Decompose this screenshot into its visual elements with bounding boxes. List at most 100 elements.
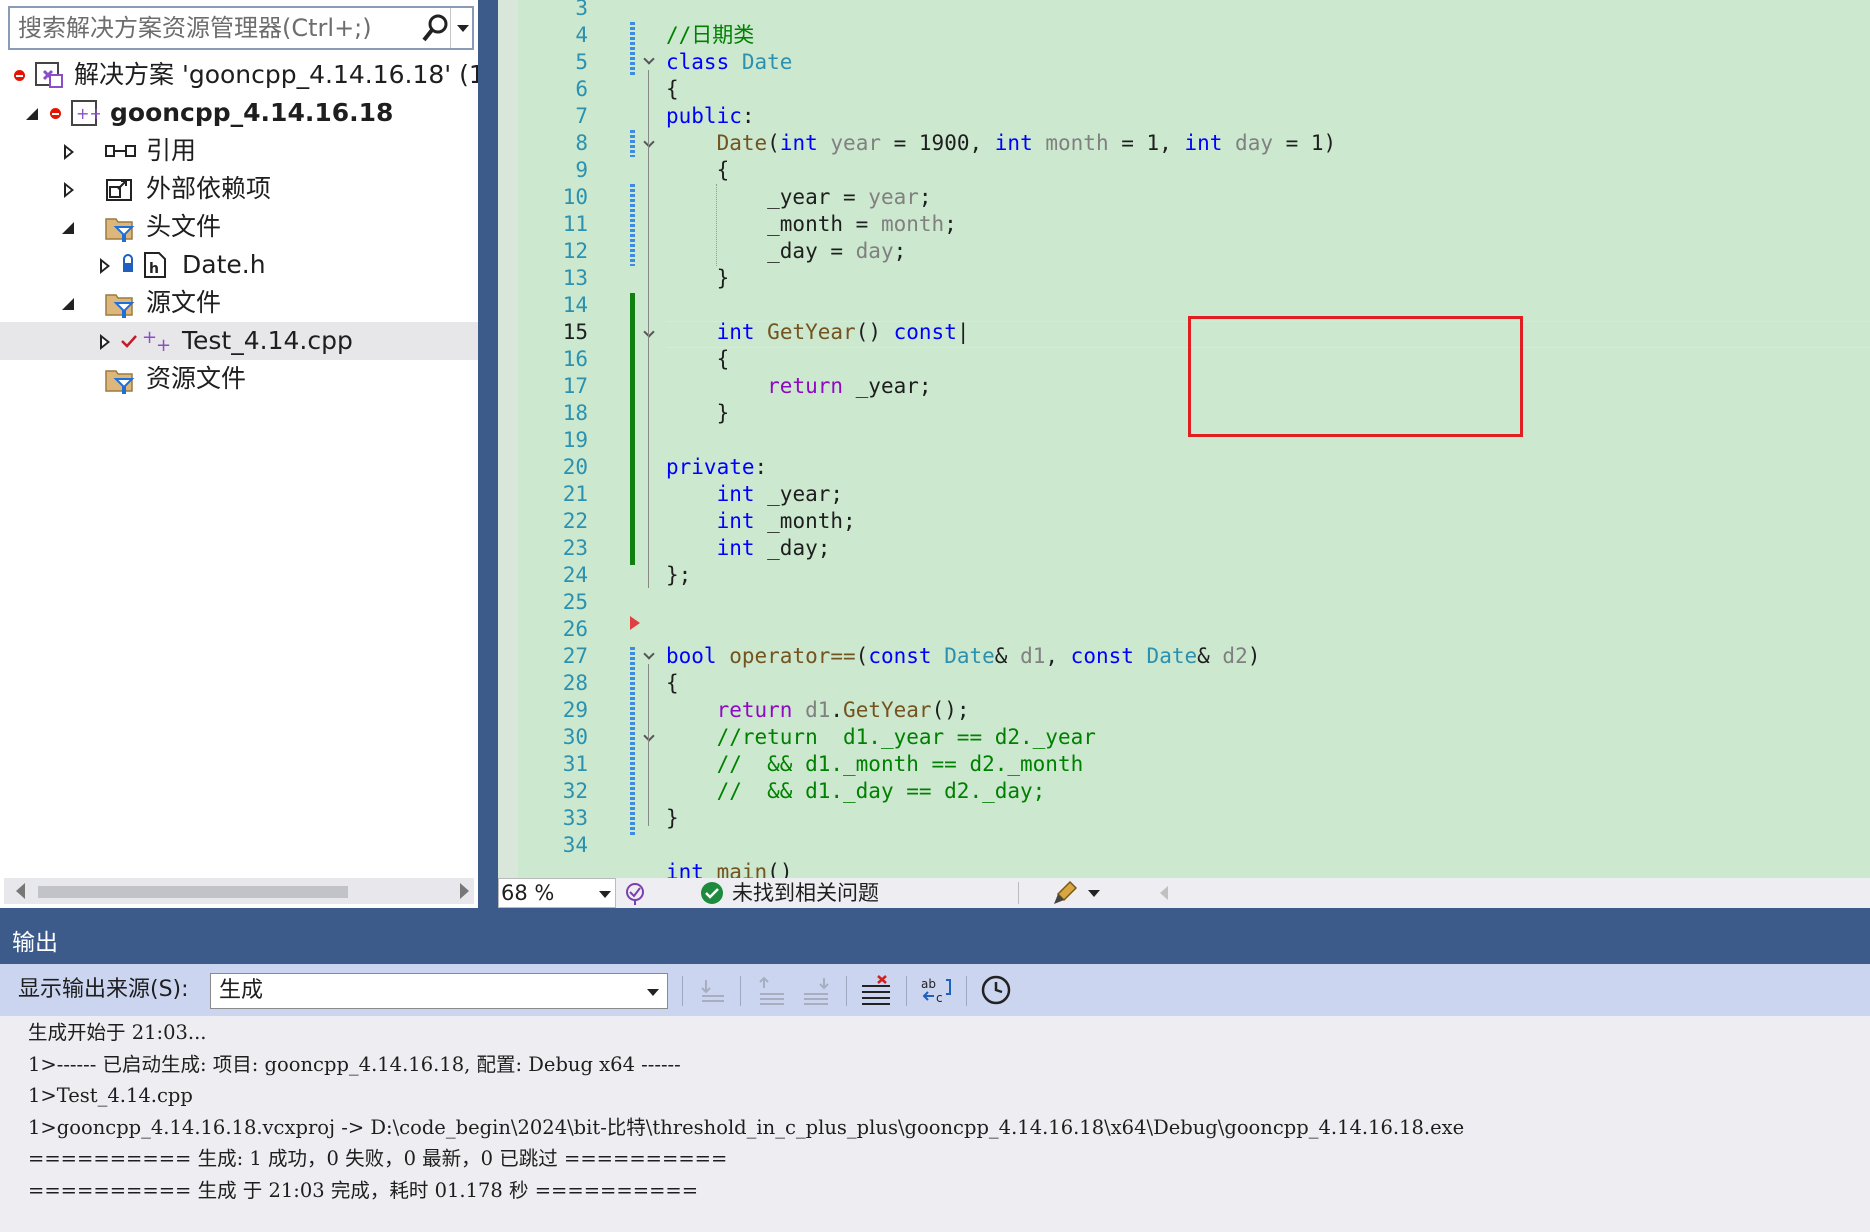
tree-item-date-h[interactable]: h Date.h [0,246,478,284]
line-number-margin: 3 4 5 6 7 8 9 10 11 12 13 14 15 16 17 18 19 20 21 22 23 24 25 2… [518,0,588,878]
change-indicator [630,293,635,565]
solution-explorer: 解决方案 'gooncpp_4.14.16.18' (1 个 ++ gooncp… [0,0,480,908]
separator [682,976,683,1006]
collapse-chevron-icon[interactable] [642,328,656,342]
tree-item-project[interactable]: ++ gooncpp_4.14.16.18 [0,94,478,132]
separator [1018,882,1019,904]
tree-item-label: 外部依赖项 [146,174,272,203]
project-label: gooncpp_4.14.16.18 [110,98,394,127]
no-issues-check-icon [700,881,724,909]
tree-item-label: 头文件 [146,212,222,241]
tree-item-test-cpp[interactable]: + + Test_4.14.cpp [0,322,478,360]
expand-chevron-icon[interactable] [96,322,114,360]
line-number: 6 [575,77,588,101]
tree-item-label: 源文件 [146,288,222,317]
output-title: 输出 [0,922,1870,964]
separator [966,976,967,1006]
output-line: 1>gooncpp_4.14.16.18.vcxproj -> D:\code_… [28,1115,1465,1139]
svg-text:h: h [149,261,159,277]
cpp-file-icon: + + [140,322,174,360]
change-indicator [630,647,635,837]
tree-item-references[interactable]: 引用 [0,132,478,170]
change-indicator [630,22,635,77]
collapse-chevron-icon[interactable] [642,55,656,69]
line-number: 30 [562,725,588,749]
code-cleanup-brush-icon[interactable] [1050,880,1080,910]
collapse-chevron-icon[interactable] [642,650,656,664]
separator [846,976,847,1006]
tree-item-external-dependencies[interactable]: 外部依赖项 [0,170,478,208]
error-icon [14,56,26,94]
next-message-icon[interactable] [800,974,832,1006]
line-number: 8 [575,131,588,155]
tree-item-label: Date.h [182,250,266,279]
change-indicator [630,184,635,266]
tree-item-resource-files[interactable]: 资源文件 [0,360,478,398]
scrollbar-thumb[interactable] [38,886,348,898]
svg-text:++: ++ [76,104,100,123]
issues-status-text[interactable]: 未找到相关问题 [732,878,879,908]
line-number: 29 [562,698,588,722]
word-wrap-icon[interactable]: ab c [920,974,952,1006]
line-number: 32 [562,779,588,803]
output-panel: 输出 显示输出来源(S): 生成 ab c 生成开始于 21:03... 1>---… [0,922,1870,1232]
tree-item-header-files[interactable]: 头文件 [0,208,478,246]
output-text-area[interactable]: 生成开始于 21:03... 1>------ 已启动生成: 项目: gooncp… [0,1016,1870,1232]
collapse-chevron-icon[interactable] [642,732,656,746]
search-input[interactable] [10,8,418,48]
collapse-chevron-icon[interactable] [60,284,78,322]
search-options-dropdown[interactable] [450,8,474,48]
line-number: 18 [562,401,588,425]
line-number: 20 [562,455,588,479]
svg-text:+: + [142,327,157,348]
line-number: 5 [575,50,588,74]
output-source-label: 显示输出来源(S): [18,977,189,1002]
intellicode-icon[interactable] [622,880,648,910]
tree-item-solution[interactable]: 解决方案 'gooncpp_4.14.16.18' (1 个 [0,56,478,94]
line-number: 15 [562,320,588,344]
output-source-value: 生成 [219,978,264,1003]
expand-chevron-icon[interactable] [60,132,78,170]
line-number: 7 [575,104,588,128]
clock-icon[interactable] [980,974,1012,1006]
lock-icon [120,246,136,284]
error-icon [50,94,62,132]
tree-item-label: 资源文件 [146,364,247,393]
zoom-dropdown[interactable]: 68 % [498,878,616,908]
collapse-chevron-icon[interactable] [24,94,42,132]
expand-chevron-icon[interactable] [60,170,78,208]
tree-item-source-files[interactable]: 源文件 [0,284,478,322]
line-number: 9 [575,158,588,182]
clear-all-icon[interactable] [860,974,892,1006]
previous-message-icon[interactable] [756,974,788,1006]
expand-chevron-icon[interactable] [96,246,114,284]
collapse-chevron-icon[interactable] [642,138,656,152]
line-number: 19 [562,428,588,452]
fold-guide [648,664,649,826]
annotation-highlight-box [1188,316,1523,437]
search-bar [8,6,474,50]
zoom-value: 68 % [501,881,555,905]
external-dependencies-icon [104,170,136,208]
line-number: 4 [575,23,588,47]
horizontal-scrollbar[interactable] [4,878,474,904]
svg-text:ab: ab [921,977,936,991]
editor-status-bar: 68 % 未找到相关问题 [498,878,1870,908]
code-editor[interactable]: 3 4 5 6 7 8 9 10 11 12 13 14 15 16 17 18 19 20 21 22 23 24 25 2… [498,0,1870,878]
search-icon[interactable] [420,12,450,44]
output-line: 1>------ 已启动生成: 项目: gooncpp_4.14.16.18, … [28,1052,681,1076]
filter-folder-icon [104,284,136,322]
collapse-chevron-icon[interactable] [60,208,78,246]
output-line: ========== 生成: 1 成功，0 失败，0 最新，0 已跳过 ====… [28,1147,728,1170]
line-number: 10 [562,185,588,209]
breakpoint-arrow-icon[interactable] [630,616,640,630]
line-number: 11 [562,212,588,236]
svg-text:c: c [936,991,943,1005]
line-number: 21 [562,482,588,506]
filter-folder-icon [104,360,136,398]
go-to-location-icon[interactable] [696,974,728,1006]
line-number: 14 [562,293,588,317]
references-icon [104,132,136,170]
output-source-dropdown[interactable]: 生成 [210,973,668,1009]
line-number: 34 [562,833,588,857]
